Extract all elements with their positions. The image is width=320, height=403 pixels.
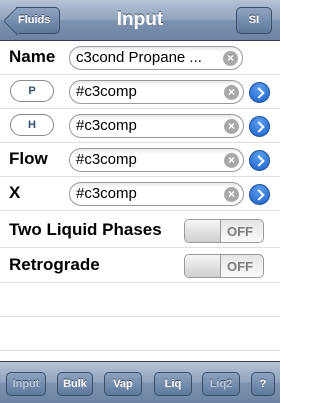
- name-label: Name: [9, 47, 56, 66]
- x-value: #c3comp: [76, 185, 137, 202]
- navigation-bar: Fluids Input SI: [0, 0, 280, 41]
- p-value: #c3comp: [76, 83, 137, 100]
- clear-icon[interactable]: ×: [224, 153, 239, 168]
- disclosure-chevron-icon[interactable]: [249, 184, 270, 205]
- switch-state: OFF: [227, 259, 253, 274]
- flow-value: #c3comp: [76, 151, 137, 168]
- flow-row: Flow #c3comp ×: [0, 143, 280, 177]
- retrograde-row: Retrograde OFF: [0, 249, 280, 283]
- h-button[interactable]: H: [10, 114, 54, 136]
- h-field[interactable]: #c3comp ×: [69, 114, 244, 138]
- name-value: c3cond Propane ...: [76, 49, 202, 66]
- name-row: Name c3cond Propane ... ×: [0, 41, 280, 75]
- two-liquid-phases-row: Two Liquid Phases OFF: [0, 214, 280, 248]
- disclosure-chevron-icon[interactable]: [249, 150, 270, 171]
- flow-label: Flow: [9, 149, 48, 168]
- retrograde-label: Retrograde: [9, 255, 100, 274]
- x-label: X: [9, 183, 21, 202]
- switch-knob: [185, 220, 221, 242]
- two-liquid-phases-switch[interactable]: OFF: [184, 219, 264, 243]
- bottom-toolbar: Input Bulk Vap Liq Liq2 ?: [0, 361, 280, 403]
- p-field[interactable]: #c3comp ×: [69, 80, 244, 104]
- bulk-button[interactable]: Bulk: [57, 372, 93, 396]
- x-field[interactable]: #c3comp ×: [69, 182, 244, 206]
- help-button[interactable]: ?: [251, 372, 275, 396]
- liq2-button[interactable]: Liq2: [202, 372, 240, 396]
- switch-knob: [185, 255, 221, 277]
- clear-icon[interactable]: ×: [224, 85, 239, 100]
- clear-icon[interactable]: ×: [223, 51, 238, 66]
- name-field[interactable]: c3cond Propane ... ×: [69, 46, 243, 70]
- flow-field[interactable]: #c3comp ×: [69, 148, 244, 172]
- input-button[interactable]: Input: [6, 372, 46, 396]
- enthalpy-row: H #c3comp ×: [0, 109, 280, 143]
- clear-icon[interactable]: ×: [224, 119, 239, 134]
- empty-row: [0, 283, 280, 317]
- vap-button[interactable]: Vap: [104, 372, 142, 396]
- pressure-row: P #c3comp ×: [0, 75, 280, 109]
- retrograde-switch[interactable]: OFF: [184, 254, 264, 278]
- clear-icon[interactable]: ×: [224, 187, 239, 202]
- p-button[interactable]: P: [10, 80, 54, 102]
- units-button[interactable]: SI: [236, 7, 272, 34]
- h-value: #c3comp: [76, 117, 137, 134]
- empty-row: [0, 317, 280, 351]
- disclosure-chevron-icon[interactable]: [249, 82, 270, 103]
- two-liquid-phases-label: Two Liquid Phases: [9, 220, 162, 239]
- x-row: X #c3comp ×: [0, 177, 280, 211]
- disclosure-chevron-icon[interactable]: [249, 116, 270, 137]
- liq-button[interactable]: Liq: [154, 372, 192, 396]
- switch-state: OFF: [227, 224, 253, 239]
